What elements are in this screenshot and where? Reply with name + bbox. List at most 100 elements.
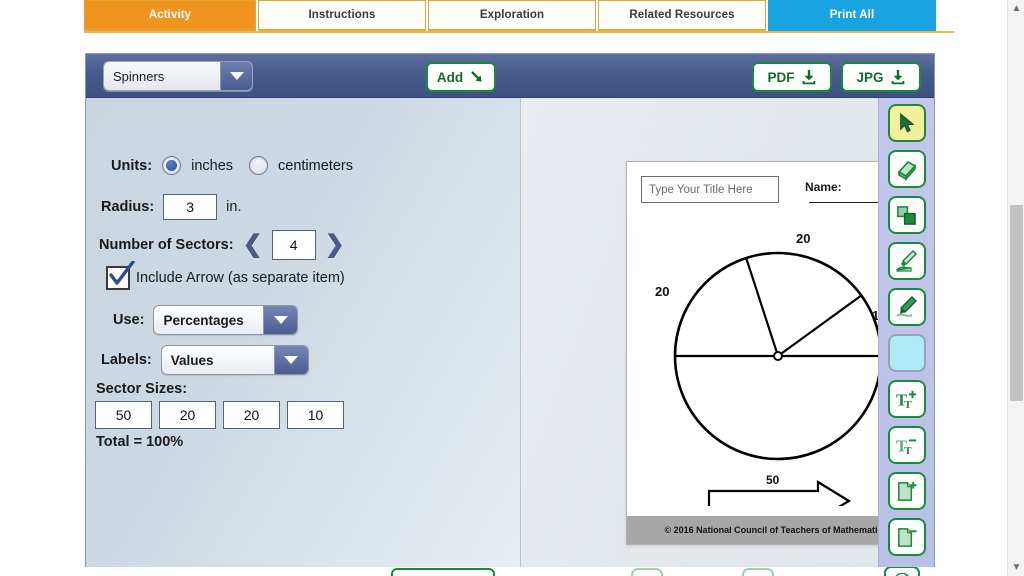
use-select[interactable]: Percentages: [153, 305, 299, 335]
scrollbar-thumb[interactable]: [1010, 205, 1023, 401]
labels-select-value: Values: [170, 352, 214, 368]
units-label: Units:: [111, 157, 153, 174]
labels-row: Labels: Values: [101, 345, 309, 375]
text-decrease-icon: T T: [896, 436, 916, 456]
delete-page-button[interactable]: [884, 566, 920, 576]
labels-label: Labels:: [101, 352, 152, 368]
radius-unit-label: in.: [226, 199, 242, 215]
tab-related-resources[interactable]: Related Resources: [598, 0, 766, 32]
use-select-value: Percentages: [163, 312, 244, 328]
sectors-increment-icon[interactable]: ❯: [325, 233, 345, 257]
app-root: Activity Instructions Exploration Relate…: [0, 0, 1024, 576]
sector-size-input-1[interactable]: 50: [95, 401, 152, 429]
application-window: Spinners Add PDF JPG Units: inches centi…: [85, 53, 935, 576]
sectors-decrement-icon[interactable]: ❮: [243, 233, 263, 257]
download-icon: [891, 70, 904, 85]
radio-inches-dot: [166, 160, 178, 171]
settings-panel: Units: inches centimeters Radius: 3 in. …: [86, 98, 521, 576]
total-label: Total = 100%: [96, 434, 184, 450]
tab-activity[interactable]: Activity: [84, 0, 256, 32]
sector-size-input-3[interactable]: 20: [223, 401, 280, 429]
tool-type-value: Spinners: [113, 68, 165, 84]
paintbrush-tool[interactable]: [887, 242, 926, 280]
sector-size-input-4[interactable]: 10: [287, 401, 344, 429]
use-row: Use: Percentages: [113, 305, 299, 335]
tool-type-select[interactable]: Spinners: [103, 61, 253, 91]
labels-select[interactable]: Values: [160, 345, 309, 375]
include-arrow-label: Include Arrow (as separate item): [136, 270, 345, 286]
radius-input[interactable]: 3: [163, 194, 218, 220]
radio-centimeters[interactable]: [249, 156, 269, 175]
sector-sizes-label: Sector Sizes:: [96, 381, 188, 397]
svg-text:T: T: [904, 399, 912, 410]
tab-instructions[interactable]: Instructions: [258, 0, 426, 32]
spinner-label-50: 50: [766, 473, 780, 487]
add-page-tool[interactable]: [887, 472, 926, 510]
tab-print-all[interactable]: Print All: [768, 0, 936, 32]
vertical-scrollbar[interactable]: ▲ ▼: [1007, 0, 1024, 576]
eraser-tool[interactable]: [887, 150, 926, 188]
tab-related-label: Related Resources: [629, 9, 735, 21]
sector-sizes-row: 50 20 20 10: [95, 401, 344, 429]
shapes-tool[interactable]: [887, 196, 926, 234]
sectors-input[interactable]: 4: [271, 230, 316, 260]
cursor-tool[interactable]: [887, 104, 926, 142]
page-remove-icon: [898, 527, 917, 547]
include-arrow-checkbox[interactable]: [106, 261, 135, 290]
tab-print-all-label: Print All: [829, 9, 875, 21]
add-button[interactable]: Add: [426, 62, 496, 92]
radio-inches-label: inches: [191, 157, 234, 174]
page-add-icon: [898, 481, 917, 501]
next-page-button[interactable]: [741, 568, 774, 576]
eraser-icon: [897, 160, 916, 181]
canvas-panel: Type Your Title Here Name: 20 20 50 © 20…: [521, 98, 934, 576]
text-increase-icon: T T: [896, 390, 916, 410]
chevron-down-icon: [273, 316, 288, 324]
chevron-down-icon: [284, 356, 299, 364]
tool-palette: T T T T: [878, 98, 934, 567]
scroll-up-icon[interactable]: ▲: [1008, 0, 1024, 17]
radio-inches[interactable]: [162, 156, 182, 175]
spinner-label-20-left: 20: [655, 284, 669, 299]
tool-type-dropdown-button[interactable]: [220, 62, 252, 90]
use-select-dropdown-button[interactable]: [263, 306, 298, 334]
include-arrow-row[interactable]: Include Arrow (as separate item): [106, 261, 345, 290]
pencil-tool[interactable]: [887, 288, 926, 326]
sectors-label: Number of Sectors:: [99, 237, 234, 253]
app-body: Units: inches centimeters Radius: 3 in. …: [86, 98, 934, 576]
title-input[interactable]: Type Your Title Here: [641, 176, 779, 203]
export-pdf-button[interactable]: PDF: [752, 62, 832, 92]
text-bigger-tool[interactable]: T T: [887, 380, 926, 418]
add-button-label: Add: [436, 69, 464, 85]
units-row: Units: inches centimeters: [111, 156, 353, 175]
radius-row: Radius: 3 in.: [101, 194, 242, 220]
sector-size-input-2[interactable]: 20: [159, 401, 216, 429]
top-tab-strip: Activity Instructions Exploration Relate…: [84, 0, 954, 32]
download-icon: [802, 70, 815, 85]
tab-instructions-label: Instructions: [308, 9, 376, 21]
text-smaller-tool[interactable]: T T: [887, 426, 926, 464]
checkmark-icon: [109, 261, 135, 285]
duplicate-shapes-icon: [897, 205, 916, 225]
remove-page-tool[interactable]: [887, 518, 926, 556]
tab-exploration[interactable]: Exploration: [428, 0, 596, 32]
radio-centimeters-label: centimeters: [278, 157, 353, 174]
total-row: Total = 100%: [96, 434, 183, 450]
reset-values-button[interactable]: Reset Values: [391, 568, 495, 576]
scroll-down-icon[interactable]: ▼: [1008, 559, 1024, 576]
previous-page-button[interactable]: [631, 568, 663, 576]
pencil-icon: [895, 296, 917, 317]
page-navigation: Page 1/1: [631, 568, 774, 576]
sector-sizes-label-row: Sector Sizes:: [96, 381, 187, 397]
spinner-label-20-top: 20: [796, 231, 810, 246]
radius-label: Radius:: [101, 199, 155, 215]
export-jpg-label: JPG: [856, 69, 884, 85]
chevron-down-icon: [229, 72, 244, 80]
export-pdf-label: PDF: [767, 69, 795, 85]
tab-exploration-label: Exploration: [479, 9, 545, 21]
color-swatch[interactable]: [887, 334, 926, 372]
labels-select-dropdown-button[interactable]: [273, 346, 308, 374]
arrow-down-right-icon: [471, 71, 482, 82]
app-titlebar: Spinners Add PDF JPG: [86, 54, 934, 98]
export-jpg-button[interactable]: JPG: [841, 62, 921, 92]
